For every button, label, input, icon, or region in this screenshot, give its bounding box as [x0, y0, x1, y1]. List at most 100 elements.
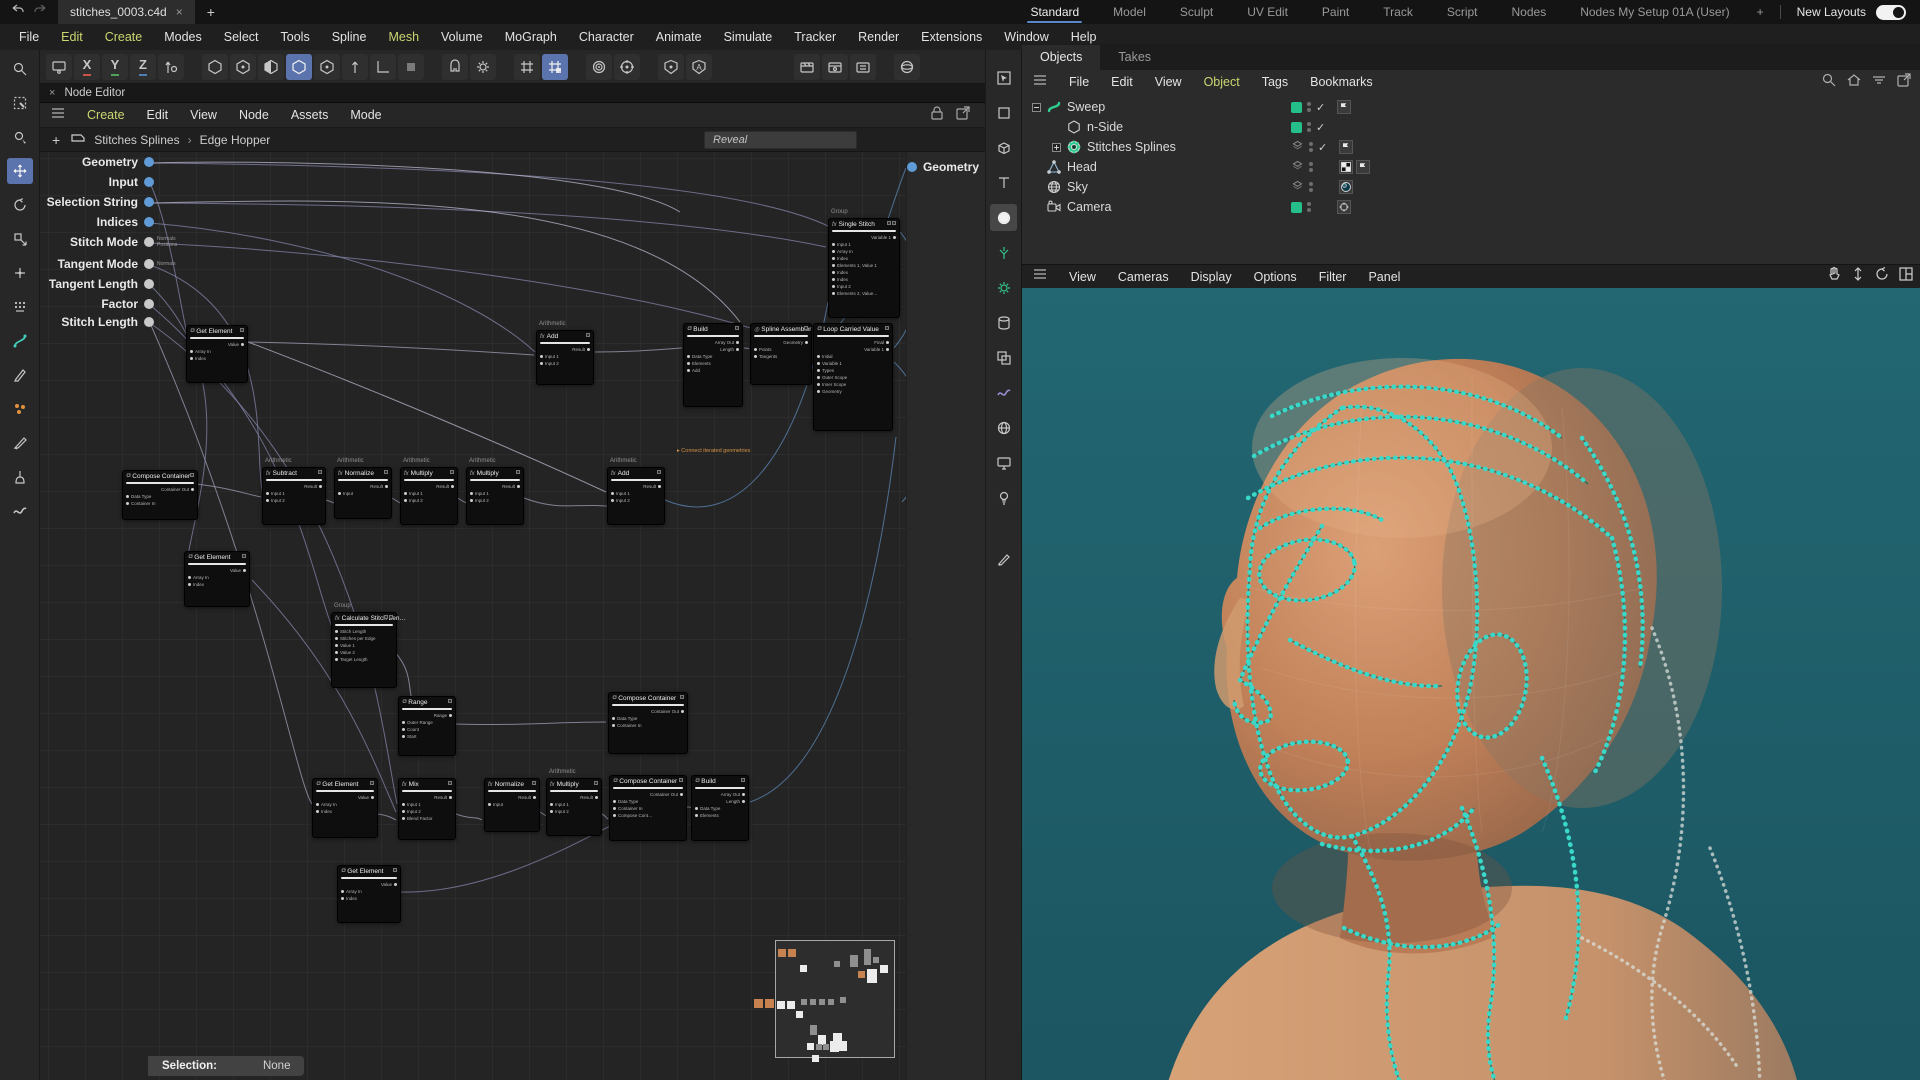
clone-button[interactable] [990, 344, 1017, 371]
snap-target-button[interactable] [614, 54, 640, 80]
visibility-dots[interactable] [1307, 122, 1311, 132]
snap-settings-button[interactable] [442, 54, 468, 80]
node-preview-toggle[interactable] [887, 221, 896, 225]
mode-points-button[interactable] [230, 54, 256, 80]
node-preview-toggle[interactable] [448, 699, 452, 703]
node-input-port[interactable] [612, 724, 615, 727]
enabled-checkmark[interactable]: ✓ [1316, 121, 1328, 134]
object-row-n-side[interactable]: n-Side✓ [1022, 117, 1920, 137]
node-preview-toggle[interactable] [680, 695, 684, 699]
node-input-port[interactable] [266, 492, 269, 495]
node-preview-toggle[interactable] [804, 326, 808, 330]
home-icon[interactable] [1846, 72, 1862, 93]
node-loop-carried-value[interactable]: ⧉Loop Carried ValueFinalVariable 1Initia… [813, 323, 893, 431]
node-preview-toggle[interactable] [741, 778, 745, 782]
node-get-element-4[interactable]: ⧉Get ElementValueArray InIndex [337, 865, 401, 923]
node-output-port[interactable] [319, 485, 322, 488]
node-get-element-3[interactable]: ⧉Get ElementValueArray InIndex [312, 778, 378, 838]
node-input-port[interactable] [470, 499, 473, 502]
menu-character[interactable]: Character [568, 30, 645, 44]
mode-tweak-button[interactable] [202, 54, 228, 80]
flag-tag-icon[interactable] [1356, 160, 1370, 174]
node-multiply-3[interactable]: ArithmeticfxMultiplyResultInput 1Input 2 [546, 778, 602, 836]
node-input-port[interactable] [817, 369, 820, 372]
node-output-port[interactable] [893, 236, 896, 239]
rotate-view-icon[interactable] [1874, 266, 1890, 287]
enable-axis-button[interactable] [342, 54, 368, 80]
node-input-port[interactable] [341, 897, 344, 900]
knife-tool[interactable] [7, 430, 33, 456]
breadcrumb-root[interactable]: Stitches Splines [94, 133, 179, 147]
node-input-port[interactable] [832, 292, 835, 295]
node-editor-menu-mode[interactable]: Mode [339, 108, 392, 122]
node-preview-toggle[interactable] [516, 470, 520, 474]
flag-tag-icon[interactable] [1339, 140, 1353, 154]
node-output-port[interactable] [658, 485, 661, 488]
material-sphere-button[interactable] [894, 54, 920, 80]
menu-create[interactable]: Create [94, 30, 154, 44]
menu-mesh[interactable]: Mesh [377, 30, 430, 44]
mode-polygons-button[interactable] [286, 54, 312, 80]
quantize-settings-button[interactable] [470, 54, 496, 80]
node-input-port[interactable] [488, 803, 491, 806]
node-output-port[interactable] [394, 883, 397, 886]
layout-tab-sculpt[interactable]: Sculpt [1163, 0, 1230, 24]
menu-modes[interactable]: Modes [153, 30, 213, 44]
breadcrumb-current[interactable]: Edge Hopper [200, 133, 271, 147]
layout-tab-track[interactable]: Track [1366, 0, 1430, 24]
placeholder-button[interactable] [398, 54, 424, 80]
menu-animate[interactable]: Animate [645, 30, 713, 44]
node-input-port[interactable] [341, 890, 344, 893]
undo-icon[interactable] [10, 2, 26, 23]
node-input-port[interactable] [613, 814, 616, 817]
node-spline-assembler[interactable]: ◎Spline AssemblerGeometryPointsTangents [750, 323, 812, 385]
node-calculate-stitch-length[interactable]: GroupfxCalculate Stitch Len…Stitch Lengt… [331, 612, 397, 688]
cylinder-primitive-button[interactable] [990, 309, 1017, 336]
filter-icon[interactable] [1871, 72, 1887, 93]
live-selection-tool[interactable] [7, 90, 33, 116]
node-input-port[interactable] [754, 348, 757, 351]
node-output-port[interactable] [449, 796, 452, 799]
node-input-port[interactable] [611, 492, 614, 495]
visibility-dots[interactable] [1309, 162, 1313, 172]
node-input-port[interactable] [832, 278, 835, 281]
node-editor-menu-create[interactable]: Create [76, 108, 136, 122]
node-editor-menu-view[interactable]: View [179, 108, 228, 122]
node-add-1[interactable]: ArithmeticfxAddResultInput 1Input 2 [536, 330, 594, 385]
light-object-button[interactable] [990, 484, 1017, 511]
point-weight-tool[interactable] [7, 396, 33, 422]
flag-tag-icon[interactable] [1337, 100, 1351, 114]
node-input-port[interactable] [402, 817, 405, 820]
document-tab-close-icon[interactable]: × [176, 5, 183, 19]
node-compose-container-1[interactable]: ⧉Compose ContainerContainer OutData Type… [122, 470, 198, 520]
keyframe-shield-button[interactable] [658, 54, 684, 80]
node-output-port[interactable] [736, 348, 739, 351]
auto-key-button[interactable]: A [686, 54, 712, 80]
menu-file[interactable]: File [8, 30, 50, 44]
node-build-2[interactable]: ⧉BuildArray OutLengthData TypeElements [691, 775, 749, 841]
viewport-menu-options[interactable]: Options [1243, 270, 1308, 284]
node-input-port[interactable] [817, 355, 820, 358]
node-input-port[interactable] [695, 807, 698, 810]
node-graph-canvas[interactable]: Geometry GeometryInputSelection StringIn… [40, 152, 985, 1080]
axis-y-button[interactable]: Y [102, 54, 128, 80]
object-manager-menu-edit[interactable]: Edit [1100, 75, 1144, 89]
node-input-port[interactable] [402, 735, 405, 738]
document-tab[interactable]: stitches_0003.c4d × [58, 0, 195, 24]
node-input-port[interactable] [404, 499, 407, 502]
menu-window[interactable]: Window [993, 30, 1059, 44]
collapse-icon[interactable] [1032, 103, 1041, 112]
node-normalize-1[interactable]: ArithmeticfxNormalizeResultInput [334, 467, 392, 519]
mode-edges-button[interactable] [258, 54, 284, 80]
node-output-port[interactable] [886, 348, 889, 351]
viewport-menu-view[interactable]: View [1058, 270, 1107, 284]
node-input-port[interactable] [126, 495, 129, 498]
node-input-port[interactable] [316, 803, 319, 806]
graph-input-port-dot[interactable] [144, 317, 154, 327]
node-input-port[interactable] [316, 810, 319, 813]
graph-input-port-dot[interactable] [144, 177, 154, 187]
new-layouts-label[interactable]: New Layouts [1787, 5, 1876, 19]
object-row-sky[interactable]: Sky [1022, 177, 1920, 197]
cube-primitive-button[interactable] [990, 134, 1017, 161]
node-preview-toggle[interactable] [384, 470, 388, 474]
